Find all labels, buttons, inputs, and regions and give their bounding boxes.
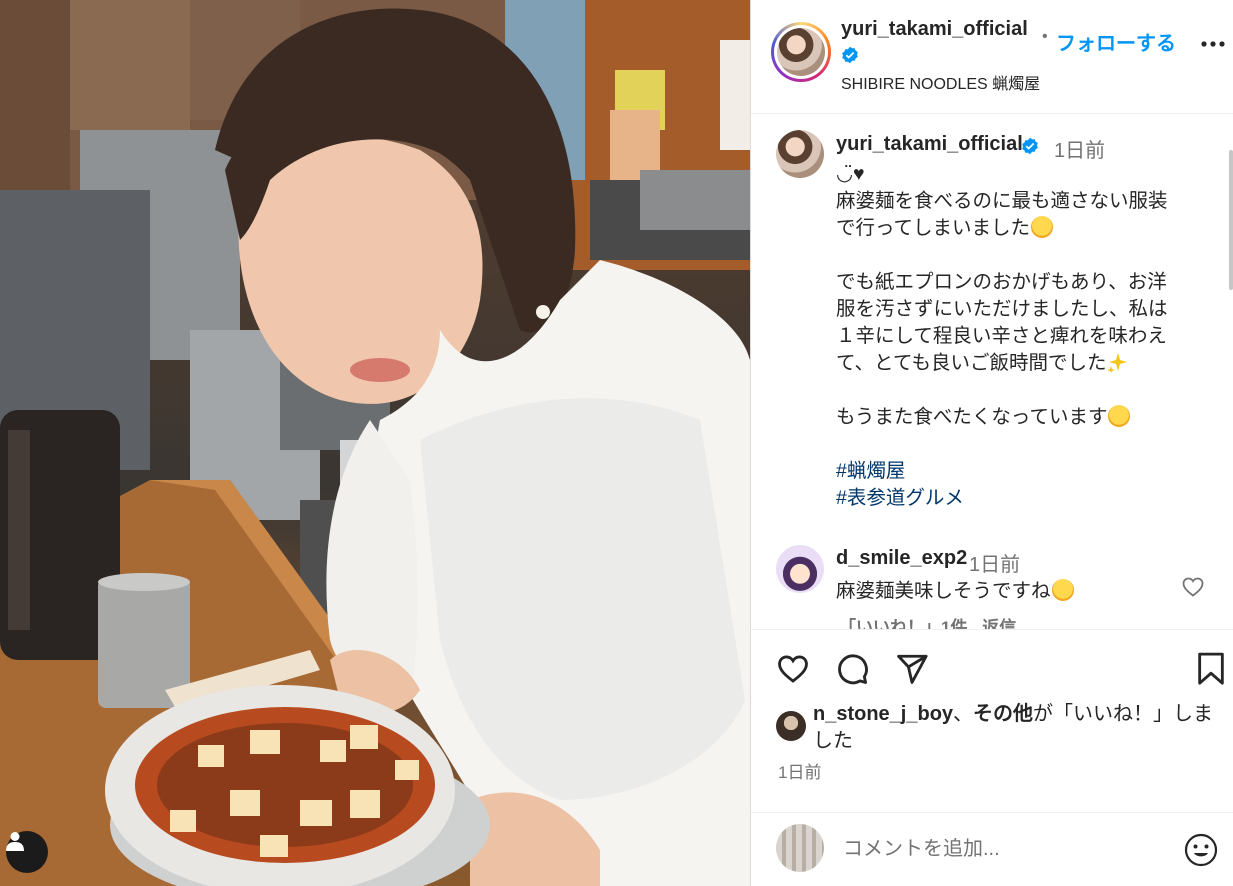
bookmark-icon[interactable]: [1196, 652, 1226, 686]
header-separator: •: [1042, 28, 1048, 45]
comment-icon[interactable]: [835, 652, 869, 686]
others-link[interactable]: その他: [973, 703, 1033, 725]
comments-list[interactable]: yuri_takami_official 1日前 ◡̈♥ 麻婆麺を食べるのに最も…: [751, 115, 1233, 629]
hashtag-link[interactable]: #蝋燭屋: [836, 460, 905, 482]
location-link[interactable]: SHIBIRE NOODLES 蝋燭屋: [841, 70, 1040, 94]
post-side-panel: yuri_takami_official • フォローする SHIBIRE NO…: [750, 0, 1233, 886]
caption-username[interactable]: yuri_takami_official: [836, 133, 1023, 156]
caption-line: 服を汚さずにいただけましたし、私は: [836, 298, 1168, 320]
laughing-emoji-icon: [1031, 216, 1054, 238]
caption-line: でも紙エプロンのおかげもあり、お洋: [836, 271, 1167, 293]
current-user-avatar[interactable]: [776, 824, 824, 872]
hashtag-link[interactable]: #表参道グルメ: [836, 487, 964, 509]
post-header: yuri_takami_official • フォローする SHIBIRE NO…: [751, 0, 1233, 114]
verified-badge-icon: [842, 46, 858, 64]
person-icon: [6, 832, 24, 851]
comment-username[interactable]: d_smile_exp2: [836, 547, 967, 570]
caption-line: [836, 377, 1206, 404]
caption-line: [836, 431, 1206, 458]
add-comment-bar: [751, 812, 1233, 886]
photo-illustration: [0, 0, 750, 886]
comment-text: 麻婆麺美味しそうですね: [836, 574, 1074, 603]
verified-badge-icon: [1022, 137, 1038, 155]
yum-emoji-icon: [1108, 405, 1131, 427]
yum-emoji-icon: [1051, 579, 1074, 601]
share-icon[interactable]: [895, 652, 929, 686]
post-time[interactable]: 1日前: [778, 758, 821, 783]
comment-avatar[interactable]: [776, 545, 824, 593]
post-photo[interactable]: [0, 0, 750, 886]
caption-line: で行ってしまいました: [836, 215, 1206, 242]
caption-line: て、とても良いご飯時間でした: [836, 350, 1206, 377]
caption-line: もうまた食べたくなっています: [836, 404, 1206, 431]
caption-text: ◡̈♥ 麻婆麺を食べるのに最も適さない服装 で行ってしまいました でも紙エプロン…: [836, 161, 1206, 512]
liker-avatar[interactable]: [776, 711, 806, 741]
caption-time[interactable]: 1日前: [1054, 134, 1105, 163]
more-horizontal-icon[interactable]: [1199, 38, 1227, 50]
comment-like-heart-icon[interactable]: [1181, 575, 1205, 599]
user-tag-button[interactable]: [6, 831, 48, 873]
heart-icon[interactable]: [776, 652, 810, 686]
caption-line: [836, 242, 1206, 269]
profile-avatar[interactable]: [771, 22, 831, 82]
caption-avatar[interactable]: [776, 130, 824, 178]
comment-time[interactable]: 1日前: [969, 548, 1020, 577]
comment-likes-count[interactable]: 「いいね！」1件: [839, 618, 967, 629]
likes-summary: n_stone_j_boy、その他が「いいね！」しました: [813, 703, 1214, 752]
caption-line: ◡̈♥: [836, 163, 865, 185]
caption-line: 麻婆麺を食べるのに最も適さない服装: [836, 190, 1168, 212]
reply-button[interactable]: 返信: [982, 618, 1016, 629]
comment-meta: 「いいね！」1件 返信: [839, 613, 1026, 629]
follow-button[interactable]: フォローする: [1056, 27, 1176, 56]
liker-username[interactable]: n_stone_j_boy: [813, 703, 953, 725]
comment-input[interactable]: [843, 835, 1163, 863]
emoji-icon[interactable]: [1183, 832, 1219, 868]
caption-line: １辛にして程良い辛さと痺れを味わえ: [836, 325, 1167, 347]
comments-scrollbar[interactable]: [1229, 150, 1233, 290]
sparkles-emoji-icon: [1107, 353, 1128, 373]
header-username[interactable]: yuri_takami_official: [841, 16, 1031, 70]
